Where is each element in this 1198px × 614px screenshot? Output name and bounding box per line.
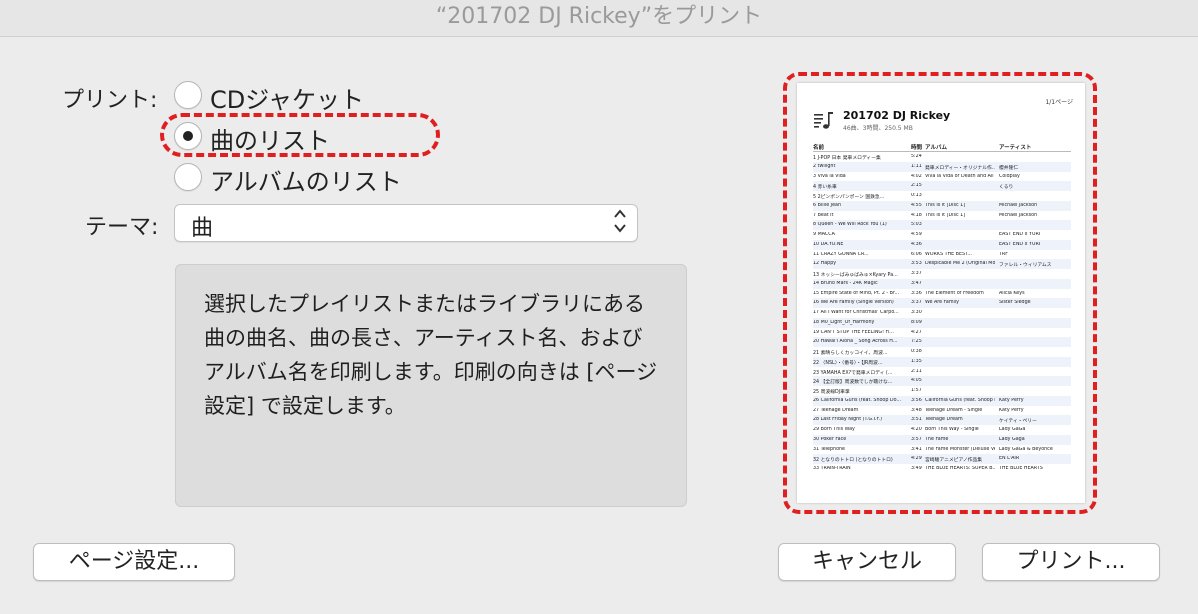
radio-label-cd-jacket[interactable]: CDジャケット (210, 80, 364, 115)
window-title: “201702 DJ Rickey”をプリント (0, 0, 1198, 37)
highlight-annotation-preview (783, 72, 1097, 514)
radio-cd-jacket[interactable] (174, 81, 202, 109)
theme-label: テーマ: (85, 215, 159, 240)
highlight-annotation (160, 113, 440, 157)
cancel-button[interactable]: キャンセル (778, 543, 956, 581)
radio-label-album-list[interactable]: アルバムのリスト (210, 162, 402, 197)
radio-album-list[interactable] (174, 163, 202, 191)
theme-select[interactable]: 曲 (174, 204, 638, 242)
description-box: 選択したプレイリストまたはライブラリにある曲の曲名、曲の長さ、アーティスト名、お… (175, 264, 687, 507)
page-setup-button[interactable]: ページ設定... (33, 543, 235, 581)
print-button[interactable]: プリント... (982, 543, 1160, 581)
chevron-updown-icon (613, 208, 627, 236)
description-text: 選択したプレイリストまたはライブラリにある曲の曲名、曲の長さ、アーティスト名、お… (204, 292, 658, 418)
theme-select-value: 曲 (191, 216, 214, 241)
print-label: プリント: (62, 88, 158, 113)
